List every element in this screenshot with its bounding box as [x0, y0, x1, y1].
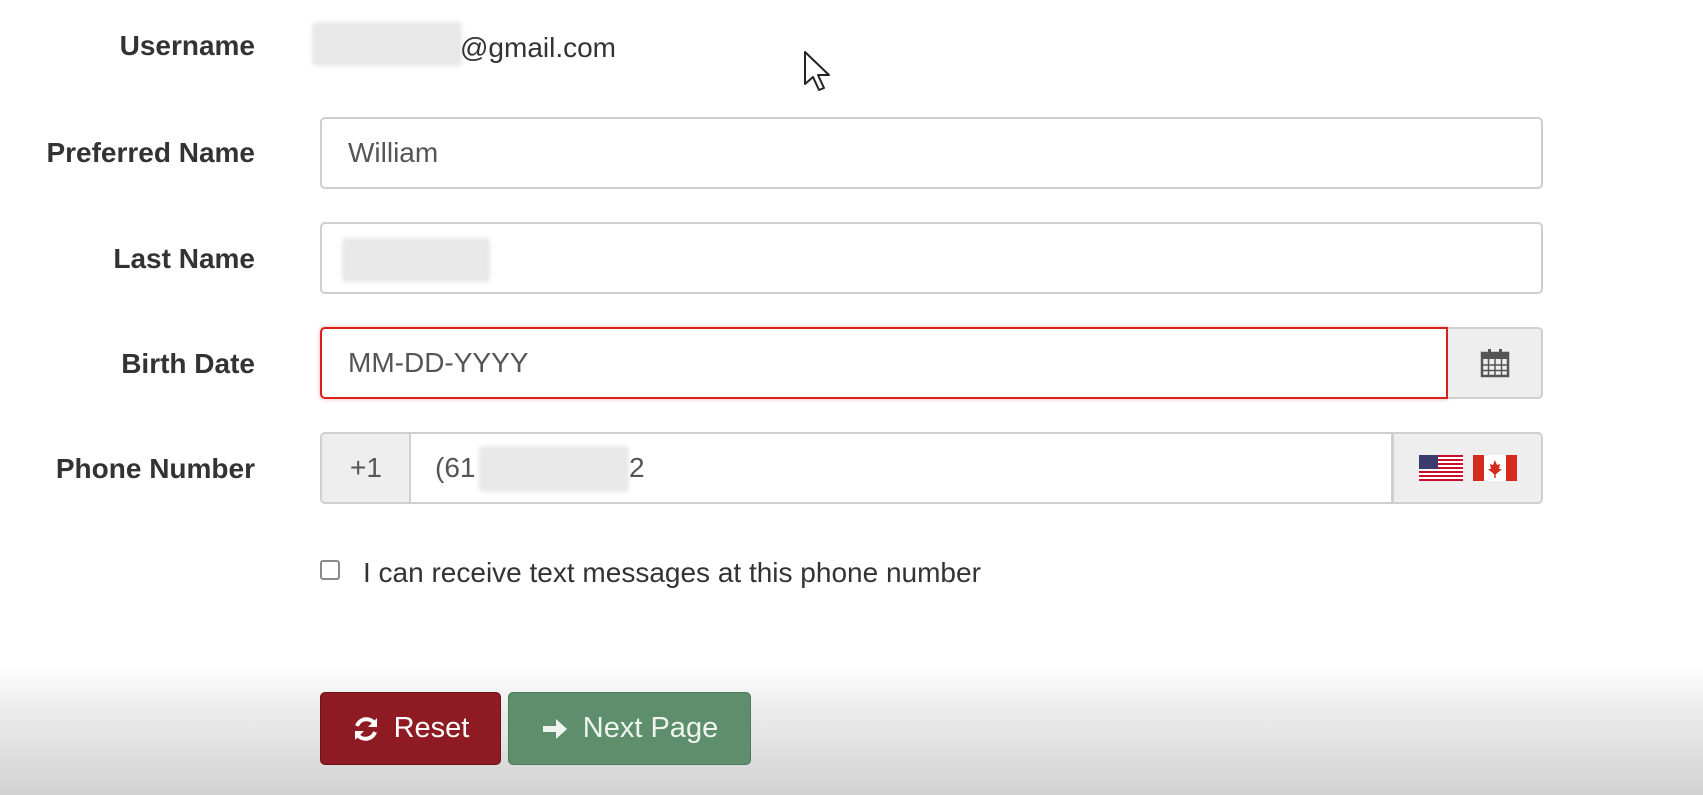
phone-value-start: (61 [435, 452, 476, 483]
preferred-name-label: Preferred Name [46, 137, 255, 168]
last-name-label: Last Name [113, 243, 255, 274]
canada-flag-icon [1472, 455, 1517, 481]
phone-redacted [479, 446, 629, 492]
birth-date-placeholder: MM-DD-YYYY [348, 347, 529, 378]
next-page-button[interactable]: Next Page [508, 692, 751, 765]
username-redacted [312, 22, 462, 66]
calendar-icon [1480, 349, 1509, 378]
username-domain: @gmail.com [460, 32, 617, 63]
last-name-redacted [342, 238, 490, 282]
calendar-button[interactable] [1448, 327, 1543, 399]
preferred-name-input[interactable]: William [320, 117, 1543, 189]
username-label: Username [119, 30, 255, 61]
preferred-name-value: William [348, 137, 439, 168]
birth-date-input[interactable]: MM-DD-YYYY [320, 327, 1448, 399]
reset-button[interactable]: Reset [320, 692, 501, 765]
next-page-label: Next Page [582, 712, 719, 744]
phone-number-input[interactable]: (61 2 [409, 432, 1393, 504]
phone-number-label: Phone Number [55, 453, 255, 484]
sms-checkbox[interactable] [320, 560, 340, 580]
us-flag-icon [1418, 455, 1463, 481]
arrow-right-icon [542, 718, 567, 739]
last-name-input[interactable] [320, 222, 1543, 294]
country-code-addon: +1 [320, 432, 410, 504]
footer-band [0, 665, 1703, 795]
reset-label: Reset [393, 712, 470, 744]
mouse-cursor-icon [804, 51, 830, 91]
refresh-icon [354, 716, 377, 741]
phone-value-end: 2 [629, 452, 645, 483]
birth-date-label: Birth Date [121, 348, 255, 379]
country-selector-button[interactable] [1392, 432, 1543, 504]
sms-checkbox-label[interactable]: I can receive text messages at this phon… [363, 557, 981, 589]
username-value: @gmail.com [312, 20, 712, 68]
